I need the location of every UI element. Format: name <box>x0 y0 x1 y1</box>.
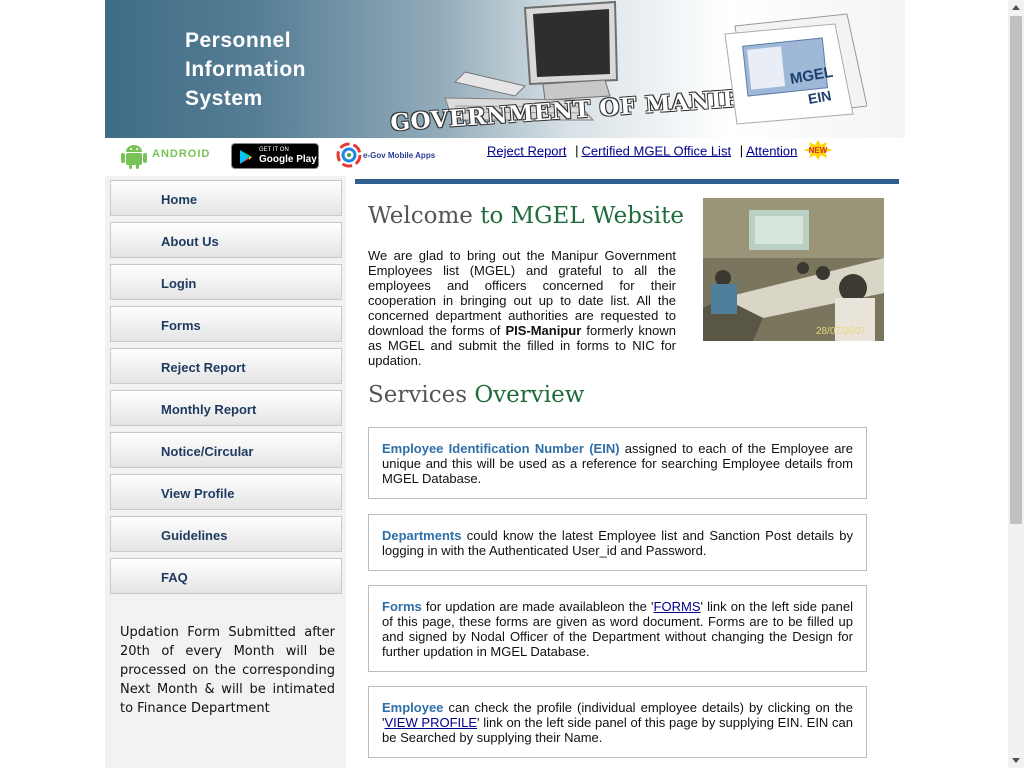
sidebar-item-view-profile[interactable]: View Profile <box>110 474 342 510</box>
service-box-forms: Forms for updation are made availableon … <box>368 585 867 672</box>
sidebar: Home About Us Login Forms Reject Report … <box>105 176 346 768</box>
sidebar-item-label: Home <box>161 192 198 207</box>
sidebar-item-label: FAQ <box>161 570 188 585</box>
sidebar-item-login[interactable]: Login <box>110 264 342 300</box>
reject-report-link[interactable]: Reject Report <box>487 143 566 158</box>
content-top-bar <box>355 179 899 184</box>
main-content: Welcome to MGEL Website We are glad to b… <box>355 179 899 768</box>
link-separator: | <box>575 143 579 159</box>
attention-link[interactable]: Attention <box>746 143 797 158</box>
android-label: ANDROID <box>152 148 211 160</box>
banner-title-line: Personnel <box>185 29 292 52</box>
egov-mobile-apps-link[interactable]: e-Gov Mobile Apps <box>336 142 446 170</box>
sidebar-item-label: Reject Report <box>161 360 246 375</box>
top-links: Reject Report | Certified MGEL Office Lis… <box>487 140 834 162</box>
banner-title-line: Information <box>185 58 306 81</box>
photo-date: 28/07/2007 <box>815 326 866 337</box>
sidebar-item-label: Notice/Circular <box>161 444 254 459</box>
scroll-up-arrow-icon[interactable] <box>1012 5 1020 10</box>
welcome-heading: Welcome to MGEL Website <box>368 203 684 229</box>
scrollbar-thumb[interactable] <box>1010 16 1022 524</box>
meeting-photo: 28/07/2007 <box>703 198 884 341</box>
google-play-badge[interactable]: GET IT ON Google Play <box>231 143 319 169</box>
service-text: for updation are made availableon the ' <box>421 599 654 614</box>
services-heading-prefix: Services <box>368 382 475 408</box>
sidebar-item-label: About Us <box>161 234 219 249</box>
view-profile-link[interactable]: VIEW PROFILE <box>384 715 477 730</box>
android-icon <box>121 145 147 169</box>
services-heading-accent: Overview <box>474 382 585 408</box>
sidebar-item-forms[interactable]: Forms <box>110 306 342 342</box>
service-lead: Forms <box>382 599 422 614</box>
banner-title: Personnel Information System <box>185 26 306 113</box>
service-box-departments: Departments could know the latest Employ… <box>368 514 867 571</box>
egov-label: e-Gov Mobile Apps <box>363 151 436 160</box>
service-box-ein: Employee Identification Number (EIN) ass… <box>368 427 867 499</box>
welcome-heading-accent: to MGEL Website <box>480 203 685 229</box>
service-lead: Departments <box>382 528 462 543</box>
meeting-room-image <box>703 198 884 341</box>
service-box-employee: Employee can check the profile (individu… <box>368 686 867 758</box>
scroll-down-arrow-icon[interactable] <box>1012 758 1020 763</box>
sidebar-item-label: View Profile <box>161 486 235 501</box>
sidebar-item-label: Guidelines <box>161 528 228 543</box>
egov-logo-icon <box>336 142 362 168</box>
sidebar-item-notice-circular[interactable]: Notice/Circular <box>110 432 342 468</box>
sidebar-item-monthly-report[interactable]: Monthly Report <box>110 390 342 426</box>
google-play-label: Google Play <box>259 154 317 165</box>
sidebar-item-reject-report[interactable]: Reject Report <box>110 348 342 384</box>
new-badge-text: NEW <box>809 146 828 155</box>
mgel-ein-graphic: MGEL EIN <box>724 13 867 125</box>
sidebar-item-guidelines[interactable]: Guidelines <box>110 516 342 552</box>
vertical-scrollbar[interactable] <box>1008 0 1024 768</box>
pis-manipur-text: PIS-Manipur <box>505 323 582 338</box>
new-badge-icon: NEW <box>803 140 834 160</box>
welcome-heading-prefix: Welcome <box>368 203 481 229</box>
app-badges: ANDROID GET IT ON Google Play e-Gov Mobi… <box>115 140 475 174</box>
sidebar-item-faq[interactable]: FAQ <box>110 558 342 594</box>
forms-link[interactable]: FORMS <box>654 599 701 614</box>
android-app-link[interactable]: ANDROID <box>118 140 210 170</box>
header-banner: Personnel Information System GOVERNMENT … <box>105 0 905 138</box>
sidebar-item-label: Forms <box>161 318 201 333</box>
notice-text: Updation Form Submitted after 20th of ev… <box>120 625 335 716</box>
sidebar-item-about-us[interactable]: About Us <box>110 222 342 258</box>
banner-title-line: System <box>185 87 263 110</box>
service-lead: Employee Identification Number (EIN) <box>382 441 620 456</box>
sidebar-item-label: Login <box>161 276 197 291</box>
certified-office-list-link[interactable]: Certified MGEL Office List <box>582 143 732 158</box>
google-play-small-label: GET IT ON <box>259 147 289 153</box>
sidebar-item-home[interactable]: Home <box>110 180 342 216</box>
google-play-icon <box>240 150 252 164</box>
page: Personnel Information System GOVERNMENT … <box>0 0 1024 768</box>
sidebar-item-label: Monthly Report <box>161 402 257 417</box>
notice-box: Updation Form Submitted after 20th of ev… <box>110 598 342 768</box>
service-lead: Employee <box>382 700 444 715</box>
services-heading: Services Overview <box>368 382 584 408</box>
link-separator: | <box>739 143 744 159</box>
welcome-paragraph: We are glad to bring out the Manipur Gov… <box>368 248 676 368</box>
